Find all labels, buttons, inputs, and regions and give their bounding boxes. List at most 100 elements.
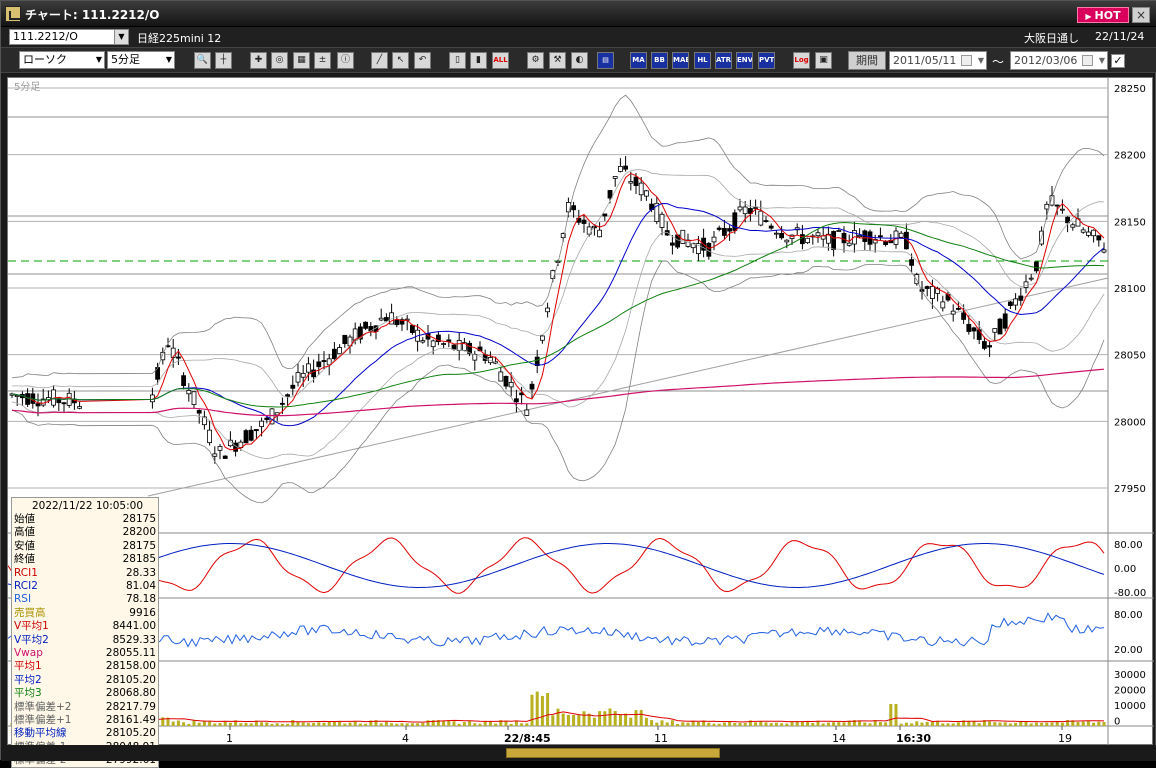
log-button[interactable]: Log [793,52,810,69]
data-row-value: 81.04 [125,580,156,592]
candle-body [394,319,400,326]
volume-bar [275,723,279,726]
data-row: 終値 28185 [14,553,158,566]
chart-app-icon [5,6,21,22]
candle-body [1070,224,1076,228]
plus-minus-button[interactable]: ± [314,52,331,69]
volume-bar [442,721,446,726]
gear-icon: ⚙ [531,55,540,65]
volume-bar [1034,722,1038,726]
chart-area[interactable]: 5分足 28250 28200 28150 28100 28050 28000 27950 80… [7,77,1154,768]
volume-bar [452,721,456,726]
hl-button[interactable]: HL [694,52,711,69]
volume-bar [910,723,914,726]
all-button[interactable]: ALL [492,52,509,69]
exchange-label: 大阪日通し [1024,32,1079,45]
date-from-value: 2011/05/11 [893,54,957,67]
apply-checkbox[interactable]: ✓ [1111,54,1125,68]
date-from-field[interactable]: 2011/05/11 ▼ [889,51,987,70]
close-button[interactable]: × [1132,7,1150,23]
info-button[interactable]: ⓘ [337,52,354,69]
wrench-button[interactable]: ⚒ [549,52,566,69]
candle-a-button[interactable]: ▯ [449,52,466,69]
interval-select[interactable]: 5分足 ▼ [107,51,175,69]
candle-body [524,409,530,416]
search-button[interactable]: ◎ [271,52,288,69]
ma-button[interactable]: MA [630,52,647,69]
zoom-button[interactable]: 🔍 [194,52,211,69]
save-button[interactable]: ▣ [815,52,832,69]
volume-bar [722,722,726,726]
price-tick-label: 28000 [1114,417,1146,428]
volume-bar [738,722,742,726]
scroll-thumb[interactable] [506,748,720,758]
env-button[interactable]: ENV [736,52,753,69]
volume-bar [379,723,383,726]
volume-bar [930,721,934,726]
atr-button[interactable]: ATR [715,52,732,69]
wrench-icon: ⚒ [553,55,562,65]
candle-body [545,307,550,313]
data-timestamp: 2022/11/22 10:05:00 [32,500,144,512]
data-row-label: RCI1 [14,566,38,579]
date-to-field[interactable]: 2012/03/06 ▼ [1010,51,1108,70]
volume-bar [717,723,721,726]
candle-b-button[interactable]: ▮ [470,52,487,69]
volume-bar [202,720,206,726]
gear-button[interactable]: ⚙ [527,52,544,69]
volume-bar [899,723,903,726]
volume-bar [447,720,451,726]
mae-button[interactable]: MAE [672,52,689,69]
period-button[interactable]: 期間 [848,51,886,70]
volume-bar [655,722,659,726]
title-bar[interactable]: チャート: 111.2212/O ▶ HOT × [1,1,1156,27]
mark-button[interactable]: ✚ [250,52,267,69]
chart-type-select[interactable]: ローソク ▼ [19,51,105,69]
volume-bar [592,717,596,726]
data-row: V平均1 8441.00 [14,620,158,633]
candle-body [186,390,192,395]
candle-body [805,237,810,244]
volume-bar [260,722,264,726]
calendar-icon[interactable] [961,55,972,66]
candle-body [841,232,847,244]
time-axis-label: 16:30 [896,732,931,745]
symbol-code: 111.2212/O [13,30,78,43]
cursor-icon: ↖ [396,55,405,65]
toolbar: ローソク ▼ 5分足 ▼ 🔍 ┼ ✚ ◎ ▦ ± ⓘ ╱ ↖ ↶ ▯ ▮ ALL ⚙ ⚒ ◐ ▤ MA BB MAE HL A… [1,47,1156,73]
candle-body [446,339,452,342]
grid-button[interactable]: ▦ [293,52,310,69]
volume-bar [338,721,342,726]
volume-bar [421,722,425,726]
volume-bar [457,723,461,726]
palette-button[interactable]: ◐ [571,52,588,69]
crosshair-button[interactable]: ┼ [215,52,232,69]
draw-line-button[interactable]: ╱ [371,52,388,69]
data-row-label: RCI2 [14,580,38,592]
pvt-button[interactable]: PVT [758,52,775,69]
price-chart[interactable]: 5分足 28250 28200 28150 28100 28050 28000 27950 80… [8,78,1154,746]
data-row-label: 標準偏差+1 [14,714,72,726]
candle-body [779,232,784,239]
volume-bar [998,722,1002,726]
volume-bar [332,721,336,726]
volume-bar [312,723,316,726]
cursor-button[interactable]: ↖ [392,52,409,69]
chevron-down-icon[interactable]: ▼ [978,52,984,69]
horizontal-scrollbar[interactable] [1,745,1156,761]
volume-bar [228,722,232,726]
rci-tick-label: 0.00 [1114,564,1136,575]
chevron-down-icon[interactable]: ▼ [114,30,128,44]
volume-bar [306,723,310,726]
bb-button[interactable]: BB [651,52,668,69]
candle-body [331,348,337,360]
undo-button[interactable]: ↶ [414,52,431,69]
chevron-down-icon[interactable]: ▼ [1099,52,1105,69]
volume-bar [774,722,778,726]
calendar-icon[interactable] [1082,55,1093,66]
candle-body [508,382,514,388]
symbol-input[interactable]: 111.2212/O ▼ [9,29,129,45]
undo-icon: ↶ [418,55,427,65]
volume-profile-button[interactable]: ▤ [597,52,614,69]
hot-button[interactable]: ▶ HOT [1077,7,1129,23]
